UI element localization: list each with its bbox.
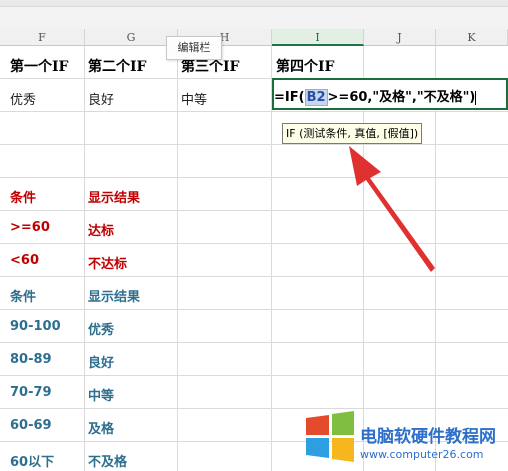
watermark-url: www.computer26.com bbox=[360, 448, 484, 461]
watermark-title: 电脑软硬件教程网 bbox=[360, 427, 496, 447]
arrow-shape bbox=[349, 146, 435, 272]
red-arrow-annotation bbox=[349, 146, 435, 272]
